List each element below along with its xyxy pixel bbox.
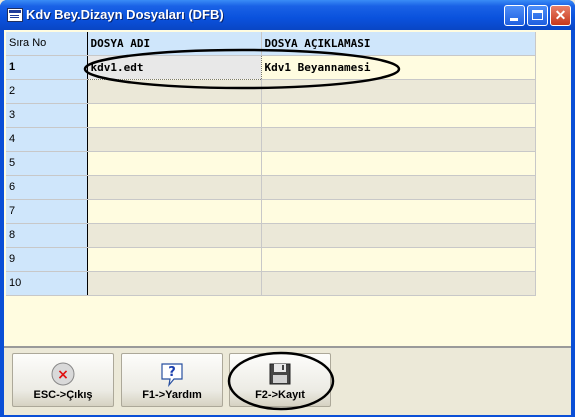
table-row[interactable]: 6 xyxy=(6,175,536,200)
file-name-cell[interactable] xyxy=(87,79,262,104)
row-number-cell[interactable]: 1 xyxy=(6,55,88,80)
floppy-disk-icon xyxy=(269,363,291,385)
table-row[interactable]: 9 xyxy=(6,247,536,272)
file-description-cell[interactable] xyxy=(261,127,536,152)
grid-header-row: Sıra No DOSYA ADI DOSYA AÇIKLAMASI xyxy=(6,32,536,56)
file-description-cell[interactable] xyxy=(261,223,536,248)
minimize-icon xyxy=(510,18,518,21)
file-description-cell[interactable] xyxy=(261,247,536,272)
exit-button-label: ESC->Çıkış xyxy=(33,389,93,401)
close-icon: ✕ xyxy=(554,7,567,23)
help-icon: ? xyxy=(161,363,183,387)
svg-text:×: × xyxy=(57,367,69,383)
table-row[interactable]: 10 xyxy=(6,271,536,296)
row-number-cell[interactable]: 5 xyxy=(6,151,88,176)
maximize-button[interactable] xyxy=(527,5,548,26)
title-bar[interactable]: Kdv Bey.Dizayn Dosyaları (DFB) ✕ xyxy=(0,0,575,30)
file-description-cell[interactable] xyxy=(261,151,536,176)
table-row[interactable]: 4 xyxy=(6,127,536,152)
application-window: Kdv Bey.Dizayn Dosyaları (DFB) ✕ Sıra No… xyxy=(0,0,575,417)
file-name-cell[interactable] xyxy=(87,103,262,128)
table-row[interactable]: 2 xyxy=(6,79,536,104)
file-description-cell[interactable] xyxy=(261,175,536,200)
save-button-label: F2->Kayıt xyxy=(255,389,305,401)
help-button-label: F1->Yardım xyxy=(142,389,202,401)
row-number-cell[interactable]: 4 xyxy=(6,127,88,152)
window-title: Kdv Bey.Dizayn Dosyaları (DFB) xyxy=(26,7,224,22)
save-button[interactable]: F2->Kayıt xyxy=(229,353,331,407)
maximize-icon xyxy=(532,10,543,20)
help-button[interactable]: ? F1->Yardım xyxy=(121,353,223,407)
column-header-row-number[interactable]: Sıra No xyxy=(6,32,88,56)
table-row[interactable]: 3 xyxy=(6,103,536,128)
file-description-cell[interactable] xyxy=(261,271,536,296)
row-number-cell[interactable]: 7 xyxy=(6,199,88,224)
file-name-cell[interactable] xyxy=(87,247,262,272)
column-header-file-name[interactable]: DOSYA ADI xyxy=(87,32,262,56)
row-number-cell[interactable]: 10 xyxy=(6,271,88,296)
file-description-cell[interactable] xyxy=(261,103,536,128)
file-name-cell[interactable] xyxy=(87,271,262,296)
file-name-cell[interactable]: kdv1.edt xyxy=(86,54,262,80)
table-row[interactable]: 1 kdv1.edt Kdv1 Beyannamesi xyxy=(6,54,536,80)
row-number-cell[interactable]: 3 xyxy=(6,103,88,128)
file-description-cell[interactable] xyxy=(261,199,536,224)
file-name-cell[interactable] xyxy=(87,151,262,176)
file-description-cell[interactable] xyxy=(261,79,536,104)
file-description-cell[interactable]: Kdv1 Beyannamesi xyxy=(261,55,536,80)
close-button[interactable]: ✕ xyxy=(550,5,571,26)
window-icon xyxy=(7,8,23,22)
column-header-file-description[interactable]: DOSYA AÇIKLAMASI xyxy=(261,32,536,56)
exit-button[interactable]: × ESC->Çıkış xyxy=(12,353,114,407)
row-number-cell[interactable]: 9 xyxy=(6,247,88,272)
file-name-cell[interactable] xyxy=(87,175,262,200)
table-row[interactable]: 7 xyxy=(6,199,536,224)
table-row[interactable]: 5 xyxy=(6,151,536,176)
row-number-cell[interactable]: 8 xyxy=(6,223,88,248)
file-name-cell[interactable] xyxy=(87,199,262,224)
table-row[interactable]: 8 xyxy=(6,223,536,248)
design-files-grid: Sıra No DOSYA ADI DOSYA AÇIKLAMASI 1 kdv… xyxy=(6,32,536,296)
footer-toolbar: × ESC->Çıkış ? F1->Yardım F2->Kayıt xyxy=(4,346,571,415)
row-number-cell[interactable]: 6 xyxy=(6,175,88,200)
file-name-cell[interactable] xyxy=(87,223,262,248)
row-number-cell[interactable]: 2 xyxy=(6,79,88,104)
exit-icon: × xyxy=(51,362,75,386)
minimize-button[interactable] xyxy=(504,5,525,26)
file-name-cell[interactable] xyxy=(87,127,262,152)
svg-text:?: ? xyxy=(168,365,176,380)
